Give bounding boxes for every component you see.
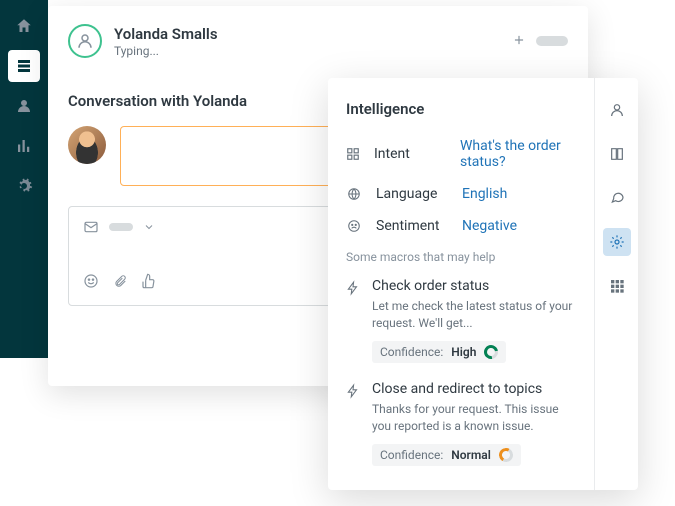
emoji-icon[interactable] (83, 273, 99, 293)
globe-icon (346, 187, 362, 201)
macro-bolt-icon (346, 383, 360, 466)
requester-name: Yolanda Smalls (114, 25, 218, 43)
left-nav (0, 0, 48, 358)
email-icon (83, 219, 99, 235)
confidence-ring-icon (482, 342, 501, 361)
nav-home[interactable] (8, 10, 40, 42)
sentiment-label: Sentiment (376, 218, 448, 234)
panel-intelligence-icon[interactable] (603, 228, 631, 256)
nav-settings[interactable] (8, 170, 40, 202)
intent-label: Intent (374, 146, 446, 162)
ticket-header: Yolanda Smalls Typing... (48, 6, 588, 70)
sentiment-icon (346, 219, 362, 233)
language-row: Language English (346, 186, 576, 202)
add-tab-icon[interactable] (512, 32, 526, 51)
macro-bolt-icon (346, 280, 360, 363)
macro-title: Close and redirect to topics (372, 381, 576, 397)
confidence-badge: Confidence: Normal (372, 444, 521, 466)
requester-info: Yolanda Smalls Typing... (114, 25, 218, 58)
language-label: Language (376, 186, 448, 202)
nav-customers[interactable] (8, 90, 40, 122)
language-value[interactable]: English (462, 186, 507, 202)
panel-chat-icon[interactable] (603, 184, 631, 212)
intent-row: Intent What's the order status? (346, 138, 576, 170)
intent-value[interactable]: What's the order status? (460, 138, 576, 170)
chevron-down-icon (143, 221, 155, 233)
requester-avatar-ring[interactable] (68, 24, 102, 58)
panel-apps-icon[interactable] (603, 272, 631, 300)
panel-knowledge-icon[interactable] (603, 140, 631, 168)
macro-item-1[interactable]: Check order status Let me check the late… (346, 278, 576, 363)
macros-hint: Some macros that may help (346, 250, 576, 264)
tab-placeholder (536, 36, 568, 46)
macro-title: Check order status (372, 278, 576, 294)
intelligence-body: Intelligence Intent What's the order sta… (328, 78, 594, 490)
nav-tickets[interactable] (8, 50, 40, 82)
tab-bar (512, 32, 568, 51)
confidence-ring-icon (497, 446, 514, 463)
sentiment-row: Sentiment Negative (346, 218, 576, 234)
intelligence-title: Intelligence (346, 100, 576, 118)
macro-desc: Let me check the latest status of your r… (372, 298, 576, 333)
intelligence-panel: Intelligence Intent What's the order sta… (328, 78, 638, 490)
typing-status: Typing... (114, 44, 218, 58)
thumbs-up-icon[interactable] (141, 273, 157, 293)
channel-placeholder (109, 223, 133, 231)
macro-desc: Thanks for your request. This issue you … (372, 401, 576, 436)
sentiment-value[interactable]: Negative (462, 218, 517, 234)
intent-icon (346, 147, 360, 161)
confidence-badge: Confidence: High (372, 341, 506, 363)
person-icon (76, 32, 94, 50)
panel-user-icon[interactable] (603, 96, 631, 124)
customer-avatar[interactable] (68, 126, 106, 164)
macro-item-2[interactable]: Close and redirect to topics Thanks for … (346, 381, 576, 466)
context-panel-nav (594, 78, 638, 490)
nav-reports[interactable] (8, 130, 40, 162)
attachment-icon[interactable] (113, 273, 127, 293)
